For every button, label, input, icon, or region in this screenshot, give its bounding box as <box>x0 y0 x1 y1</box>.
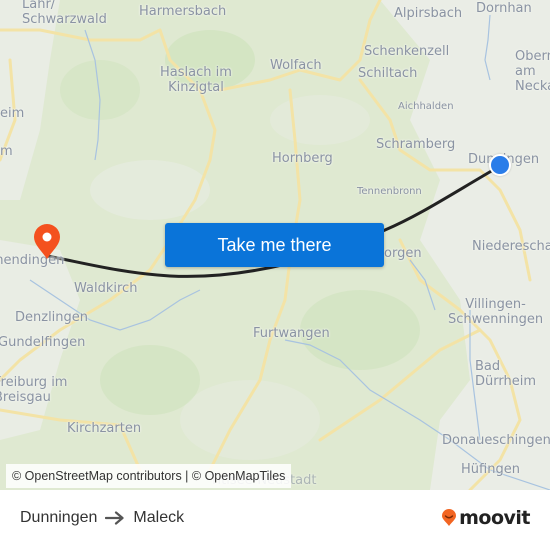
destination-name: Maleck <box>133 509 185 526</box>
place-label: Dornhan <box>476 1 532 16</box>
moovit-logo[interactable]: moovit <box>441 507 530 529</box>
place-label: orgen <box>384 246 422 261</box>
origin-name: Dunningen <box>20 509 98 526</box>
place-label: Schramberg <box>376 137 456 152</box>
place-label: Schenkenzell <box>364 44 450 59</box>
place-label: Wolfach <box>270 58 322 73</box>
place-label: eim <box>0 106 25 121</box>
place-label: Alpirsbach <box>394 6 463 21</box>
place-label: Freiburg im Breisgau <box>0 375 68 405</box>
place-label: Tennenbronn <box>357 186 422 197</box>
arrow-right-icon <box>105 511 125 525</box>
origin-dot-icon[interactable] <box>489 154 511 176</box>
place-label: Kirchzarten <box>67 421 142 436</box>
place-label: Aichhalden <box>398 101 454 112</box>
map-view[interactable]: Lahr/ Schwarzwald Harmersbach Alpirsbach… <box>0 0 550 490</box>
place-label: Donaueschingen <box>442 433 550 448</box>
place-label: Hüfingen <box>461 462 520 477</box>
map-attribution[interactable]: © OpenStreetMap contributors | © OpenMap… <box>6 464 292 488</box>
destination-pin-icon[interactable] <box>32 224 62 260</box>
place-label: Hornberg <box>272 151 333 166</box>
place-label: Furtwangen <box>253 326 330 341</box>
place-label: Niedereschach <box>472 239 550 254</box>
place-label: Bad Dürrheim <box>475 359 536 389</box>
footer: Dunningen Maleck moovit <box>0 490 550 550</box>
place-label: Lahr/ Schwarzwald <box>22 0 107 27</box>
place-label: Villingen- Schwenningen <box>448 297 544 327</box>
place-label: Gundelfingen <box>0 335 86 350</box>
moovit-logo-icon <box>442 509 457 526</box>
place-label: Waldkirch <box>74 281 138 296</box>
take-me-there-button[interactable]: Take me there <box>165 223 384 267</box>
place-label: Harmersbach <box>139 4 227 19</box>
place-label: Haslach im Kinzigtal <box>160 65 232 95</box>
place-label: m <box>0 144 13 159</box>
place-label: Schiltach <box>358 66 418 81</box>
brand-name: moovit <box>459 507 530 529</box>
place-label: Oberndorf am Neckar <box>515 49 550 94</box>
route-summary: Dunningen Maleck <box>20 509 184 527</box>
place-label: Denzlingen <box>15 310 89 325</box>
